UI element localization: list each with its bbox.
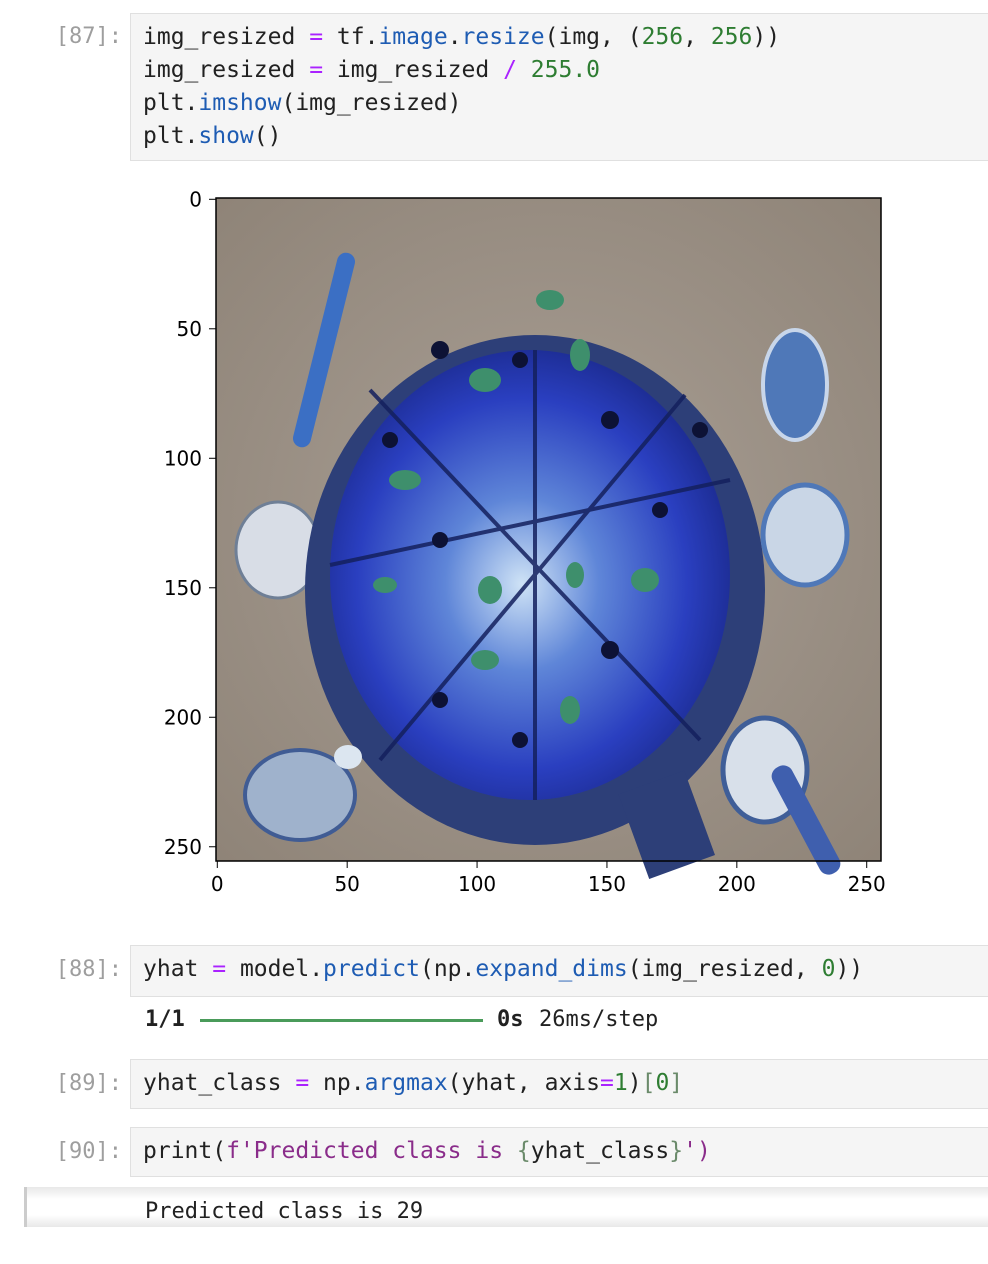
x-tick-label: 100 [458,872,496,896]
code-line: img_resized = tf.image.resize(img, (256,… [143,24,781,50]
cell-87-prompt: [87]: [55,24,122,49]
predicted-class-output: Predicted class is 29 [145,1199,424,1224]
progress-bar [200,1019,483,1022]
cell-88-prompt: [88]: [55,957,122,982]
x-tick-label: 0 [211,872,224,896]
x-tick-label: 150 [588,872,626,896]
y-tick-label: 50 [177,317,202,341]
cell-89-code[interactable]: yhat_class = np.argmax(yhat, axis=1)[0] [130,1059,988,1109]
y-tick-label: 100 [164,446,202,470]
y-tick-label: 250 [164,835,202,859]
x-tick-label: 200 [718,872,756,896]
code-line: plt.imshow(img_resized) [143,90,462,116]
code-line: yhat = model.predict(np.expand_dims(img_… [143,956,864,982]
code-line: print(f'Predicted class is {yhat_class}'… [143,1138,711,1164]
code-line: plt.show() [143,123,282,149]
cell-87-code[interactable]: img_resized = tf.image.resize(img, (256,… [130,13,988,161]
y-tick-label: 0 [189,187,202,211]
code-line: yhat_class = np.argmax(yhat, axis=1)[0] [143,1070,684,1096]
cell-90-prompt: [90]: [55,1139,122,1164]
cell-90-code[interactable]: print(f'Predicted class is {yhat_class}'… [130,1127,988,1177]
imshow-plot: 0 50 100 150 200 250 0 50 100 150 200 250 [164,187,886,896]
progress-fill [200,1019,483,1022]
progress-rate: 26ms/step [539,1007,659,1032]
x-tick-label: 250 [848,872,886,896]
y-tick-label: 200 [164,705,202,729]
progress-step: 1/1 [145,1007,185,1032]
cell-88-code[interactable]: yhat = model.predict(np.expand_dims(img_… [130,945,988,997]
code-line: img_resized = img_resized / 255.0 [143,57,601,83]
x-axis: 0 50 100 150 200 250 [211,861,886,896]
plot-image [216,198,881,879]
y-tick-label: 150 [164,576,202,600]
y-axis: 0 50 100 150 200 250 [164,187,216,859]
x-tick-label: 50 [334,872,359,896]
progress-time: 0s [497,1007,524,1032]
cell-89-prompt: [89]: [55,1071,122,1096]
